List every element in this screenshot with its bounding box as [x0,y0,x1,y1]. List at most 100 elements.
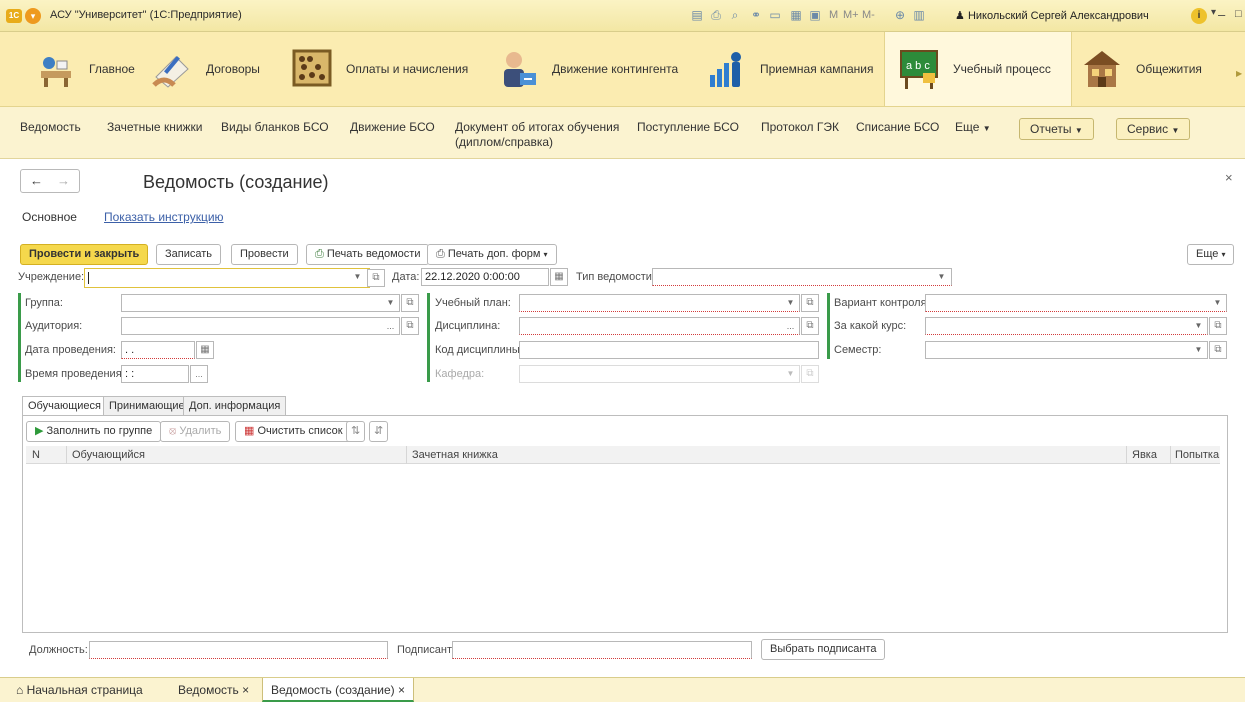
col-student[interactable]: Обучающийся [72,449,145,461]
open-link-icon[interactable]: ⧉ [1209,317,1227,335]
calendar-picker-icon[interactable]: ▦ [550,268,568,286]
fn-link-graduation-document[interactable]: Документ об итогах обучения (диплом/спра… [455,120,620,150]
chevron-down-icon[interactable]: ▼ [1190,342,1207,358]
tab-examiners[interactable]: Принимающие [103,396,191,415]
service-button[interactable]: Сервис ▼ [1116,118,1191,140]
section-payments[interactable]: Оплаты и начисления [290,32,468,106]
tab-students[interactable]: Обучающиеся [22,396,107,416]
event-date-field[interactable]: . . [121,341,195,359]
save-icon[interactable]: ▤ [690,8,704,22]
chevron-down-icon[interactable]: ▼ [1209,295,1226,311]
link-icon[interactable]: ⚭ [749,8,763,22]
control-variant-field[interactable]: ▼ [925,294,1227,312]
discipline-code-field[interactable] [519,341,819,359]
calendar-picker-icon[interactable]: ▦ [196,341,214,359]
open-link-icon[interactable]: ⧉ [801,317,819,335]
memory-mminus-button[interactable]: M- [862,9,875,21]
memory-mplus-button[interactable]: M+ [843,9,859,21]
preview-icon[interactable]: ⌕ [728,8,742,22]
open-link-icon[interactable]: ⧉ [401,294,419,312]
tab-extra-info[interactable]: Доп. информация [183,396,287,415]
close-form-icon[interactable]: × [1225,170,1233,185]
ellipsis-icon[interactable]: ... [382,318,399,334]
fn-link-bso-writeoff[interactable]: Списание БСО [856,120,939,135]
section-admission[interactable]: Приемная кампания [704,32,874,106]
doc-icon[interactable]: ▭ [768,8,782,22]
discipline-field[interactable]: ... [519,317,800,335]
post-button[interactable]: Провести [231,244,298,265]
study-plan-field[interactable]: ▼ [519,294,800,312]
table-body-empty[interactable] [26,465,1220,629]
chevron-down-icon[interactable]: ▼ [382,295,399,311]
save-button[interactable]: Записать [156,244,222,265]
calendar-icon[interactable]: ▣ [808,8,822,22]
fn-link-bso-movement[interactable]: Движение БСО [350,120,435,135]
position-field[interactable] [89,641,388,659]
course-field[interactable]: ▼ [925,317,1208,335]
minimize-button[interactable]: ‒ [1218,7,1225,22]
panels-icon[interactable]: ▥ [912,8,926,22]
fn-link-record-books[interactable]: Зачетные книжки [107,120,203,135]
chevron-down-icon[interactable]: ▼ [933,269,950,285]
open-link-icon[interactable]: ⧉ [801,294,819,312]
section-main[interactable]: Главное [33,32,135,106]
col-attempt[interactable]: Попытка [1175,449,1219,461]
open-link-icon[interactable]: ⧉ [401,317,419,335]
section-contingent[interactable]: Движение контингента [496,32,678,106]
fn-more-dropdown[interactable]: Еще ▼ [955,120,991,136]
settings-dropdown-icon[interactable]: ▾ [1211,7,1216,18]
bottom-tab-statement[interactable]: Ведомость × [170,678,257,702]
main-menu-button[interactable]: ▾ [25,8,41,24]
open-link-icon[interactable]: ⧉ [367,269,385,287]
fn-link-gek-protocol[interactable]: Протокол ГЭК [761,120,839,135]
sort-descending-icon[interactable]: ⇵ [369,421,389,442]
memory-m-button[interactable]: M [829,9,838,21]
back-arrow-icon[interactable]: ← [30,173,43,188]
calculator-icon[interactable]: ▦ [789,8,803,22]
user-name[interactable]: ♟ Никольский Сергей Александрович [955,9,1149,22]
section-dormitories[interactable]: Общежития [1080,32,1202,106]
date-field[interactable]: 22.12.2020 0:00:00 [421,268,549,286]
close-icon[interactable]: × [242,683,249,697]
fn-link-bso-types[interactable]: Виды бланков БСО [221,120,329,135]
print-icon[interactable]: ⎙ [709,8,723,22]
chevron-down-icon[interactable]: ▼ [349,269,366,285]
bottom-tab-home[interactable]: ⌂ Начальная страница [8,678,151,702]
col-record-book[interactable]: Зачетная книжка [412,449,498,461]
open-link-icon[interactable]: ⧉ [1209,341,1227,359]
fill-by-group-button[interactable]: ▶ Заполнить по группе [26,421,162,442]
show-instruction-link[interactable]: Показать инструкцию [104,210,224,224]
sort-ascending-icon[interactable]: ⇅ [346,421,366,442]
institution-field[interactable]: ▼ [84,268,370,288]
zoom-icon[interactable]: ⊕ [893,8,907,22]
clear-list-button[interactable]: ▦ Очистить список [235,421,352,442]
print-extra-forms-button[interactable]: ⎙ Печать доп. форм ▾ [427,244,557,265]
group-field[interactable]: ▼ [121,294,400,312]
event-time-field[interactable]: : : [121,365,189,383]
col-attendance[interactable]: Явка [1132,449,1157,461]
section-educational-process[interactable]: a b c Учебный процесс [884,32,1072,106]
section-contracts[interactable]: Договоры [150,32,260,106]
info-icon[interactable]: i [1191,8,1207,24]
reports-button[interactable]: Отчеты ▼ [1019,118,1094,140]
tab-main[interactable]: Основное [22,210,77,224]
post-and-close-button[interactable]: Провести и закрыть [20,244,149,265]
more-actions-button[interactable]: Еще ▾ [1187,244,1235,265]
col-n[interactable]: N [32,449,40,461]
forward-arrow-icon[interactable]: → [57,173,70,188]
bottom-tab-statement-create[interactable]: Ведомость (создание) × [262,678,415,702]
chevron-down-icon[interactable]: ▼ [782,295,799,311]
fn-link-statement[interactable]: Ведомость [20,120,81,135]
maximize-button[interactable]: □ [1235,8,1242,20]
print-statement-button[interactable]: ⎙ Печать ведомости [306,244,430,265]
signer-field[interactable] [452,641,752,659]
choose-signer-button[interactable]: Выбрать подписанта [761,639,886,660]
ellipsis-icon[interactable]: ... [190,365,208,383]
sections-scroll-right-icon[interactable]: ▶ [1236,69,1242,78]
statement-type-field[interactable]: ▼ [652,268,952,286]
semester-field[interactable]: ▼ [925,341,1208,359]
close-icon[interactable]: × [398,683,405,697]
chevron-down-icon[interactable]: ▼ [1190,318,1207,334]
auditorium-field[interactable]: ... [121,317,400,335]
ellipsis-icon[interactable]: ... [782,318,799,334]
